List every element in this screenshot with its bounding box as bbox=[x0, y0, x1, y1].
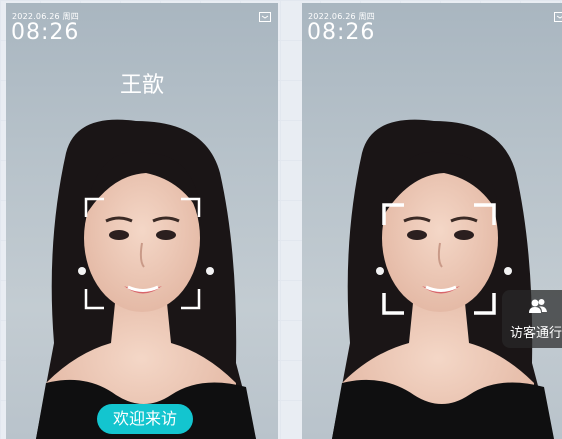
visitor-icon bbox=[529, 299, 547, 313]
face-photo bbox=[332, 119, 554, 439]
visitor-access-button[interactable]: 访客通行 bbox=[502, 290, 562, 348]
visitor-access-label: 访客通行 bbox=[510, 326, 562, 341]
kiosk-screen-unrecognized: 2022.06.26 周四 08:26 访客通行 bbox=[302, 3, 562, 439]
status-time: 08:26 bbox=[11, 20, 80, 45]
screen-icon[interactable] bbox=[259, 12, 271, 22]
kiosk-screen-recognized: 2022.06.26 周四 08:26 王歆 欢迎来访 bbox=[6, 3, 278, 439]
welcome-message: 欢迎来访 bbox=[97, 404, 193, 434]
recognized-name: 王歆 bbox=[119, 73, 164, 98]
status-time: 08:26 bbox=[307, 20, 376, 45]
screen-icon[interactable] bbox=[554, 12, 562, 22]
